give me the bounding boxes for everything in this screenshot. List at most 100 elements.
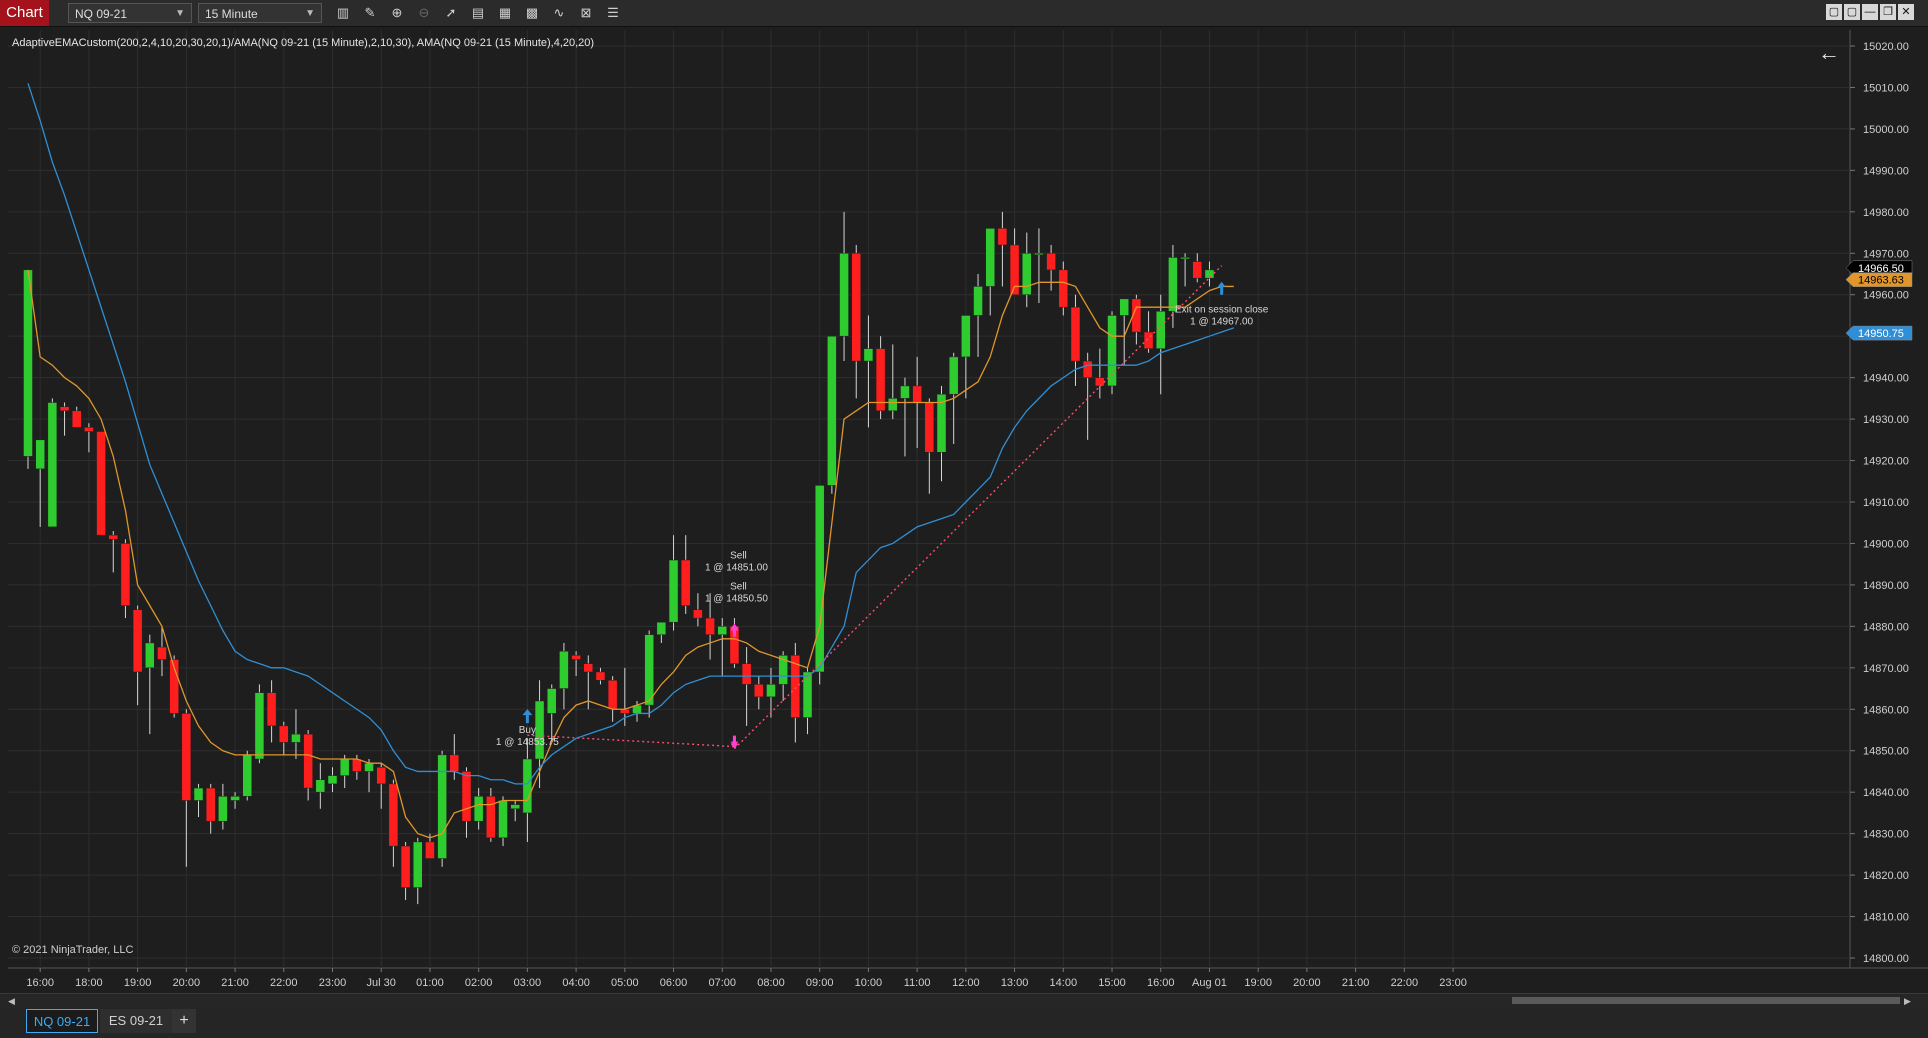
candle-down (1058, 269, 1069, 308)
x-tick-label: 22:00 (270, 977, 298, 989)
trade-label: Sell (730, 582, 747, 593)
candle-up (668, 559, 679, 623)
scroll-left-icon[interactable]: ◀ (8, 994, 15, 1008)
x-tick-label: 09:00 (806, 977, 834, 989)
candle-up (839, 253, 849, 337)
y-tick-label: 14810.00 (1863, 912, 1909, 924)
candle-up (656, 621, 667, 635)
scrollbar-thumb[interactable] (1512, 997, 1900, 1004)
candle-up (900, 385, 910, 399)
candle-up (327, 775, 338, 785)
candle-up (1204, 269, 1215, 279)
x-tick-label: 04:00 (562, 977, 590, 989)
x-tick-label: 16:00 (1147, 977, 1175, 989)
candle-up (339, 758, 350, 776)
y-tick-label: 14850.00 (1863, 746, 1909, 758)
price-axis-label-text: 14963.63 (1858, 275, 1904, 287)
candle-down (924, 402, 935, 453)
candle-up (218, 796, 228, 822)
y-tick-label: 14800.00 (1863, 953, 1909, 965)
trade-detail: 1 @ 14853.75 (496, 737, 559, 748)
candle-down (680, 559, 691, 606)
y-tick-label: 15000.00 (1863, 124, 1909, 136)
add-tab-button[interactable]: + (172, 1009, 196, 1033)
x-tick-label: Aug 01 (1192, 977, 1227, 989)
price-chart[interactable]: 15020.00 15010.00 15000.00 14990.00 14980.00… (0, 0, 1928, 992)
y-tick-label: 14990.00 (1863, 165, 1909, 177)
candle-down (132, 609, 143, 673)
trade-label: Exit on session close (1175, 305, 1269, 316)
candle-down (912, 385, 922, 403)
candle-up (1180, 257, 1190, 260)
y-tick-label: 14980.00 (1863, 207, 1909, 219)
candle-down (1046, 253, 1056, 271)
tab-es[interactable]: ES 09-21 (100, 1009, 172, 1033)
x-tick-label: 16:00 (26, 977, 54, 989)
x-tick-label: 03:00 (514, 977, 542, 989)
candle-down (705, 617, 715, 635)
y-tick-label: 14830.00 (1863, 829, 1909, 841)
x-tick-label: 13:00 (1001, 977, 1029, 989)
candle-up (863, 348, 874, 362)
candle-up (546, 688, 557, 714)
candle-down (352, 758, 362, 772)
candle-up (522, 758, 533, 814)
candle-up (827, 335, 837, 486)
y-tick-label: 14930.00 (1863, 414, 1909, 426)
x-tick-label: 20:00 (173, 977, 201, 989)
y-tick-label: 14820.00 (1863, 870, 1909, 882)
x-tick-label: 21:00 (221, 977, 249, 989)
x-tick-label: 10:00 (855, 977, 883, 989)
candle-down (279, 725, 289, 743)
candle-up (291, 733, 301, 743)
trade-detail: 1 @ 14967.00 (1190, 317, 1253, 328)
x-tick-label: 23:00 (1439, 977, 1467, 989)
candle-up (413, 841, 423, 888)
x-tick-label: 01:00 (416, 977, 444, 989)
copyright-text: © 2021 NinjaTrader, LLC (12, 944, 134, 956)
candle-down (595, 671, 606, 681)
candle-up (145, 642, 155, 669)
tab-bar: NQ 09-21 ES 09-21 + (0, 1008, 1928, 1038)
tab-nq[interactable]: NQ 09-21 (26, 1009, 98, 1033)
candle-down (205, 787, 216, 822)
y-tick-label: 15010.00 (1863, 82, 1909, 94)
candle-up (985, 228, 995, 287)
back-arrow-icon[interactable]: ← (1818, 40, 1840, 66)
candle-up (230, 796, 240, 801)
x-tick-label: 05:00 (611, 977, 639, 989)
candle-down (461, 771, 472, 822)
trade-detail: 1 @ 14851.00 (705, 563, 768, 574)
horizontal-scrollbar[interactable]: ◀ ▶ (0, 993, 1928, 1008)
candle-up (1119, 298, 1129, 316)
y-tick-label: 14840.00 (1863, 787, 1909, 799)
candle-down (571, 655, 581, 660)
candle-up (315, 779, 326, 793)
y-tick-label: 14880.00 (1863, 621, 1909, 633)
x-tick-label: Jul 30 (367, 977, 396, 989)
candle-up (510, 804, 520, 810)
x-tick-label: 02:00 (465, 977, 493, 989)
candle-down (1082, 360, 1093, 378)
candle-up (1168, 257, 1178, 312)
candle-down (851, 253, 861, 362)
candle-up (961, 315, 971, 358)
candle-down (157, 646, 167, 660)
candle-down (96, 431, 106, 536)
candle-down (59, 406, 70, 412)
candle-down (754, 684, 764, 698)
x-tick-label: 08:00 (757, 977, 785, 989)
candle-down (693, 609, 703, 619)
y-tick-label: 14910.00 (1863, 497, 1909, 509)
x-tick-label: 14:00 (1050, 977, 1078, 989)
x-tick-label: 19:00 (124, 977, 152, 989)
candle-up (242, 754, 252, 797)
candle-up (193, 787, 204, 801)
candle-down (400, 845, 411, 888)
candle-down (1192, 261, 1203, 279)
candle-up (437, 754, 447, 859)
scroll-right-icon[interactable]: ▶ (1904, 994, 1911, 1008)
candle-up (364, 762, 374, 772)
candle-up (473, 796, 484, 822)
candle-up (973, 286, 983, 316)
